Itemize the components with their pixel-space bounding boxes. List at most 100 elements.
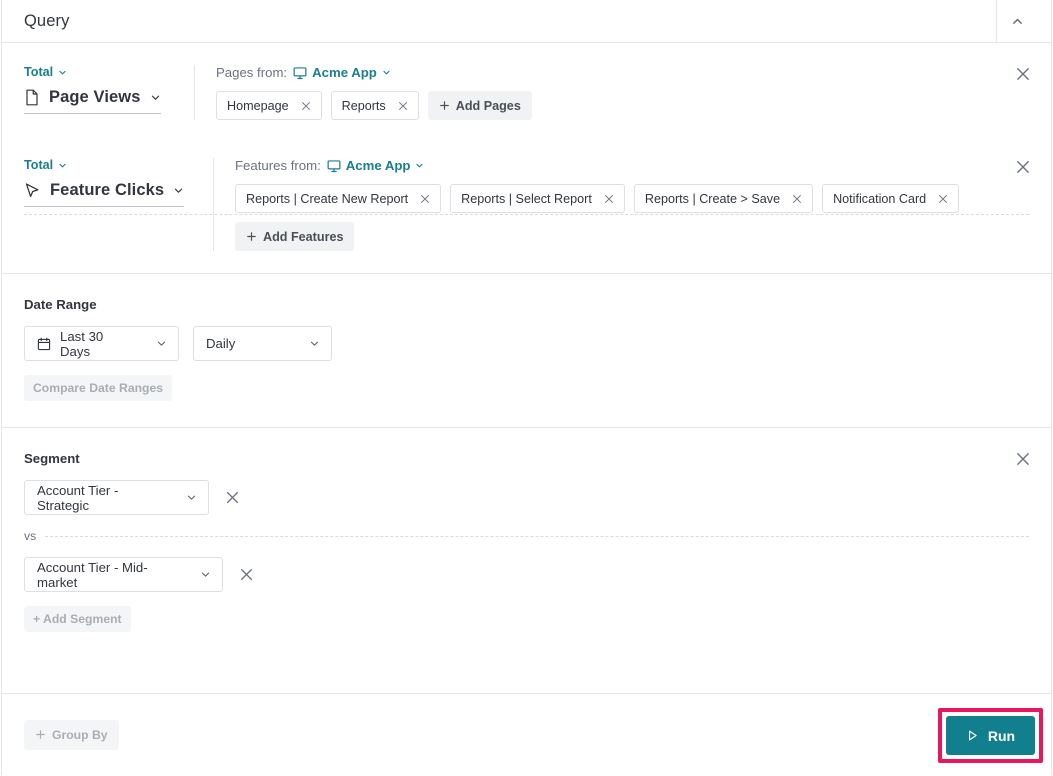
- items-source-row: Features from: Acme App: [235, 158, 991, 173]
- date-range-section: Date Range Last 30 Days Daily Compare Da…: [2, 274, 1051, 427]
- chip-label: Reports | Create > Save: [644, 191, 781, 206]
- granularity-select[interactable]: Daily: [193, 326, 332, 361]
- remove-query-row-button[interactable]: [1014, 158, 1032, 176]
- header-actions: [996, 0, 1037, 43]
- run-button[interactable]: Run: [946, 716, 1035, 755]
- items-source-label: Pages from:: [216, 65, 288, 80]
- metric-column: Total Feature Clicks: [2, 158, 213, 251]
- chevron-down-icon: [58, 161, 67, 170]
- segment-select-2[interactable]: Account Tier - Mid-market: [24, 557, 223, 592]
- run-label: Run: [987, 727, 1016, 744]
- remove-segment-2-button[interactable]: [237, 566, 255, 584]
- calendar-icon: [37, 337, 51, 351]
- chip-label: Reports | Select Report: [461, 191, 592, 206]
- metric-label: Page Views: [49, 88, 141, 106]
- chevron-down-icon: [150, 92, 161, 103]
- column-divider: [213, 158, 214, 251]
- granularity-value: Daily: [206, 336, 236, 351]
- monitor-icon: [293, 66, 307, 80]
- close-icon[interactable]: [298, 98, 314, 114]
- chevron-down-icon: [172, 492, 197, 503]
- collapse-button[interactable]: [997, 0, 1037, 43]
- segment-value-1: Account Tier - Strategic: [37, 482, 119, 513]
- chip: Homepage: [216, 91, 322, 120]
- query-footer: Group By Run: [2, 693, 1051, 775]
- chip-label: Notification Card: [833, 191, 927, 206]
- close-icon[interactable]: [417, 191, 433, 207]
- date-range-controls: Last 30 Days Daily: [24, 326, 1029, 361]
- chevron-down-icon: [173, 185, 184, 196]
- chip-label: Reports: [341, 98, 386, 113]
- chevron-down-icon: [58, 68, 67, 77]
- close-icon[interactable]: [789, 191, 805, 207]
- run-button-highlight: Run: [938, 708, 1043, 763]
- query-card: Query Total Page Views Pages from: Acme …: [1, 0, 1052, 775]
- plus-icon: [246, 231, 257, 242]
- page-document-icon: [24, 89, 40, 106]
- chevron-down-icon: [186, 569, 211, 580]
- close-icon[interactable]: [601, 191, 617, 207]
- date-range-value: Last 30 Days: [60, 328, 104, 359]
- page-title: Query: [24, 11, 70, 30]
- group-by-button[interactable]: Group By: [24, 719, 119, 750]
- segment-title: Segment: [24, 451, 80, 466]
- remove-query-row-button[interactable]: [1014, 65, 1032, 83]
- add-pages-label: Add Pages: [455, 98, 521, 113]
- group-by-label: Group By: [52, 727, 108, 742]
- feature-chips: Reports | Create New Report Reports | Se…: [235, 184, 991, 251]
- vs-line: [45, 535, 1029, 537]
- chip: Reports | Create New Report: [235, 184, 442, 213]
- remove-segment-1-button[interactable]: [223, 489, 241, 507]
- close-icon[interactable]: [395, 98, 411, 114]
- query-row-page-views: Total Page Views Pages from: Acme App Ho…: [2, 43, 1051, 138]
- query-builder-page: Query Total Page Views Pages from: Acme …: [0, 0, 1053, 776]
- source-selector[interactable]: Acme App: [293, 65, 391, 80]
- chevron-down-icon: [382, 68, 391, 77]
- compare-date-ranges-button[interactable]: Compare Date Ranges: [24, 375, 173, 401]
- metric-column: Total Page Views: [2, 65, 194, 120]
- segment-row-1: Account Tier - Strategic: [24, 480, 1029, 515]
- chip: Reports | Create > Save: [633, 184, 814, 213]
- items-source-row: Pages from: Acme App: [216, 65, 991, 80]
- source-label: Acme App: [345, 158, 411, 173]
- segment-section: Segment Account Tier - Strategic vs Acco…: [2, 428, 1051, 654]
- query-rows: Total Page Views Pages from: Acme App Ho…: [2, 43, 1051, 273]
- items-source-label: Features from:: [235, 158, 321, 173]
- add-segment-label: + Add Segment: [33, 612, 122, 626]
- plus-icon: [35, 729, 46, 740]
- items-column: Features from: Acme App Reports | Create…: [235, 158, 1051, 251]
- page-chips: Homepage Reports Add Pages: [216, 91, 991, 120]
- date-range-select[interactable]: Last 30 Days: [24, 326, 179, 361]
- plus-icon: [439, 100, 450, 111]
- chevron-down-icon: [142, 338, 167, 349]
- close-icon[interactable]: [935, 191, 951, 207]
- aggregation-label: Total: [24, 65, 54, 79]
- chevron-down-icon: [415, 161, 424, 170]
- query-row-feature-clicks: Total Feature Clicks Features from: Acme…: [2, 138, 1051, 273]
- aggregation-selector[interactable]: Total: [24, 65, 182, 79]
- metric-selector-page-views[interactable]: Page Views: [24, 88, 161, 114]
- add-pages-button[interactable]: Add Pages: [427, 91, 532, 120]
- remove-segment-section-button[interactable]: [1014, 450, 1032, 468]
- segment-row-2: Account Tier - Mid-market: [24, 557, 1029, 592]
- source-selector[interactable]: Acme App: [327, 158, 425, 173]
- metric-selector-feature-clicks[interactable]: Feature Clicks: [24, 181, 185, 207]
- column-divider: [194, 65, 195, 120]
- chip: Notification Card: [822, 184, 960, 213]
- add-segment-button[interactable]: + Add Segment: [24, 606, 131, 632]
- add-features-label: Add Features: [263, 229, 344, 244]
- items-column: Pages from: Acme App Homepage Reports Ad…: [216, 65, 1051, 120]
- segment-vs-divider: vs: [24, 529, 1029, 543]
- aggregation-selector[interactable]: Total: [24, 158, 201, 172]
- segment-select-1[interactable]: Account Tier - Strategic: [24, 480, 209, 515]
- date-range-title: Date Range: [24, 297, 97, 312]
- compare-date-ranges-label: Compare Date Ranges: [33, 381, 164, 395]
- chip: Reports | Select Report: [450, 184, 625, 213]
- chevron-up-icon: [1011, 15, 1024, 28]
- add-features-button[interactable]: Add Features: [235, 222, 355, 251]
- aggregation-label: Total: [24, 158, 54, 172]
- segment-value-2: Account Tier - Mid-market: [37, 559, 148, 590]
- chip: Reports: [330, 91, 419, 120]
- chip-label: Homepage: [227, 98, 289, 113]
- source-label: Acme App: [312, 65, 377, 80]
